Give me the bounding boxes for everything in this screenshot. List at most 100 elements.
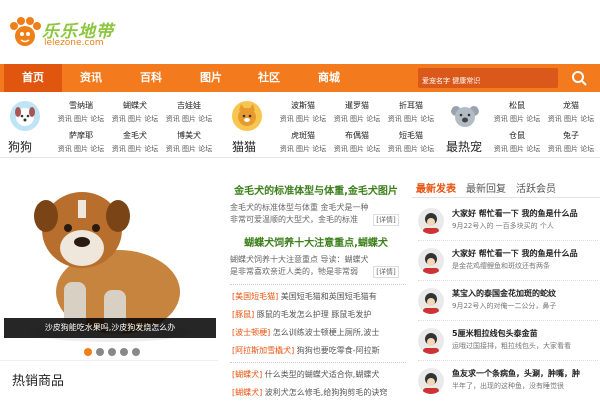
koala-icon — [450, 101, 480, 131]
breed-link[interactable]: 松鼠 — [492, 100, 542, 111]
site-logo[interactable]: 乐乐地带 lelezone.com — [8, 14, 118, 54]
breed-sublinks[interactable]: 资讯 图片 论坛 — [110, 144, 160, 154]
breed-link[interactable]: 布偶猫 — [332, 130, 382, 141]
headline-title[interactable]: 蝴蝶犬饲养十大注意重点,蝴蝶犬 — [226, 234, 406, 249]
nav-item-shop[interactable]: 商城 — [300, 64, 358, 92]
breed-sublinks[interactable]: 资讯 图片 论坛 — [492, 114, 542, 124]
forum-panel: 最新发表 最新回复 活跃会员 大家好 帮忙看一下 我的鱼是什么品 9月22号入的… — [412, 174, 600, 402]
detail-link[interactable]: [详情] — [373, 266, 399, 278]
category-cats-title[interactable]: 猫猫 — [232, 138, 256, 155]
post-title[interactable]: 大家好 帮忙看一下 我的鱼是什么品 — [452, 208, 598, 219]
news-item[interactable]: [蝴蝶犬] 波利犬怎么修毛,给狗狗剪毛的诀窍 — [232, 386, 408, 400]
tab-active-members[interactable]: 活跃会员 — [516, 180, 556, 195]
forum-post[interactable]: 5厘米粗拉线包头泰金苗 运哦过国接排，粗拉线包头，大家看看 — [418, 328, 598, 366]
forum-post[interactable]: 大家好 帮忙看一下 我的鱼是什么品 是金花鸡缨鲤鱼和斑纹还有两条 — [418, 248, 598, 286]
slider-caption[interactable]: 沙皮狗能吃水果吗,沙皮狗发烧怎么办 — [4, 318, 216, 338]
forum-post[interactable]: 某宝入的泰国金花加斑的蛇纹 9月22号入的对俺一二公分，鼻子 — [418, 288, 598, 326]
nav-item-home[interactable]: 首页 — [4, 64, 62, 92]
news-item[interactable]: [波士顿梗] 怎么训练波士顿梗上厕所,波士 — [232, 326, 408, 340]
user-avatar-icon — [418, 288, 444, 314]
breed-link[interactable]: 雪纳瑞 — [56, 100, 106, 111]
forum-post[interactable]: 大家好 帮忙看一下 我的鱼是什么品 9月22号入的 一百多块买的 个人 — [418, 208, 598, 246]
category-band: 狗狗 雪纳瑞 资讯 图片 论坛 蝴蝶犬 资讯 图片 论坛 吉娃娃 资讯 图片 论… — [0, 94, 600, 158]
news-item[interactable]: [蝴蝶犬] 什么类型的蝴蝶犬适合你,蝴蝶犬 — [232, 368, 408, 382]
news-text[interactable]: 波利犬怎么修毛,给狗狗剪毛的诀窍 — [265, 388, 388, 397]
nav-item-pictures[interactable]: 图片 — [182, 64, 240, 92]
news-tag[interactable]: [蝴蝶犬] — [232, 370, 262, 379]
news-tag[interactable]: [阿拉斯加雪橇犬] — [232, 346, 294, 355]
headline-title[interactable]: 金毛犬的标准体型与体重,金毛犬图片 — [226, 182, 406, 197]
breed-sublinks[interactable]: 资讯 图片 论坛 — [546, 114, 596, 124]
detail-link[interactable]: [详情] — [373, 214, 399, 226]
breed-sublinks[interactable]: 资讯 图片 论坛 — [278, 114, 328, 124]
news-tag[interactable]: [波士顿梗] — [232, 328, 270, 337]
news-item[interactable]: [豚鼠] 豚鼠的毛发怎么护理 豚鼠毛发护 — [232, 308, 408, 322]
post-title[interactable]: 5厘米粗拉线包头泰金苗 — [452, 328, 598, 339]
slider-dot[interactable] — [120, 348, 128, 356]
breed-link[interactable]: 博美犬 — [164, 130, 214, 141]
breed-sublinks[interactable]: 资讯 图片 论坛 — [278, 144, 328, 154]
category-cats: 猫猫 波斯猫 资讯 图片 论坛 暹罗猫 资讯 图片 论坛 折耳猫 资讯 图片 论… — [222, 94, 442, 158]
user-avatar-icon — [418, 248, 444, 274]
breed-sublinks[interactable]: 资讯 图片 论坛 — [386, 114, 436, 124]
breed-sublinks[interactable]: 资讯 图片 论坛 — [164, 114, 214, 124]
slider-dot[interactable] — [84, 348, 92, 356]
news-text[interactable]: 什么类型的蝴蝶犬适合你,蝴蝶犬 — [265, 370, 380, 379]
news-tag[interactable]: [豚鼠] — [232, 310, 254, 319]
tab-latest-replies[interactable]: 最新回复 — [466, 180, 506, 195]
nav-item-news[interactable]: 资讯 — [62, 64, 120, 92]
category-hot-pets-title[interactable]: 最热宠 — [446, 138, 482, 155]
slider-dot[interactable] — [132, 348, 140, 356]
breed-link[interactable]: 波斯猫 — [278, 100, 328, 111]
news-item[interactable]: [美国短毛猫] 美国短毛猫和英国短毛猫有 — [232, 290, 408, 304]
breed-sublinks[interactable]: 资讯 图片 论坛 — [56, 114, 106, 124]
user-avatar-icon — [418, 208, 444, 234]
breed-sublinks[interactable]: 资讯 图片 论坛 — [492, 144, 542, 154]
news-text[interactable]: 狗狗也要吃零食-阿拉斯 — [297, 346, 380, 355]
divider — [230, 284, 406, 285]
breed-sublinks[interactable]: 资讯 图片 论坛 — [56, 144, 106, 154]
search-input[interactable] — [418, 71, 558, 91]
breed-sublinks[interactable]: 资讯 图片 论坛 — [386, 144, 436, 154]
divider — [418, 360, 598, 361]
breed-sublinks[interactable]: 资讯 图片 论坛 — [110, 114, 160, 124]
category-dogs-title[interactable]: 狗狗 — [8, 138, 32, 155]
news-tag[interactable]: [蝴蝶犬] — [232, 388, 262, 397]
news-item[interactable]: [阿拉斯加雪橇犬] 狗狗也要吃零食-阿拉斯 — [232, 344, 408, 358]
breed-sublinks[interactable]: 资讯 图片 论坛 — [164, 144, 214, 154]
post-title[interactable]: 鱼友求一个条病鱼，头涮，肿嘴，肿 — [452, 368, 598, 379]
breed-link[interactable]: 虎斑猫 — [278, 130, 328, 141]
breed-sublinks[interactable]: 资讯 图片 论坛 — [332, 144, 382, 154]
tab-latest-posts[interactable]: 最新发表 — [416, 180, 456, 195]
category-dogs: 狗狗 雪纳瑞 资讯 图片 论坛 蝴蝶犬 资讯 图片 论坛 吉娃娃 资讯 图片 论… — [0, 94, 212, 158]
slider-dot[interactable] — [108, 348, 116, 356]
breed-link[interactable]: 仓鼠 — [492, 130, 542, 141]
post-title[interactable]: 大家好 帮忙看一下 我的鱼是什么品 — [452, 248, 598, 259]
breed-link[interactable]: 短毛猫 — [386, 130, 436, 141]
breed-link[interactable]: 折耳猫 — [386, 100, 436, 111]
breed-link[interactable]: 萨摩耶 — [56, 130, 106, 141]
post-desc: 9月22号入的 一百多块买的 个人 — [452, 222, 554, 230]
breed-sublinks[interactable]: 资讯 图片 论坛 — [332, 114, 382, 124]
breed-link[interactable]: 兔子 — [546, 130, 596, 141]
search-box — [418, 68, 558, 91]
news-text[interactable]: 豚鼠的毛发怎么护理 豚鼠毛发护 — [257, 310, 372, 319]
main-nav: 首页 资讯 百科 图片 社区 商城 — [0, 64, 600, 92]
news-tag[interactable]: [美国短毛猫] — [232, 292, 278, 301]
slider-dots — [0, 346, 218, 358]
forum-post[interactable]: 鱼友求一个条病鱼，头涮，肿嘴，肿 半年了，出现的这种鱼，没有睡觉很 — [418, 368, 598, 402]
nav-item-community[interactable]: 社区 — [240, 64, 298, 92]
breed-link[interactable]: 蝴蝶犬 — [110, 100, 160, 111]
breed-link[interactable]: 金毛犬 — [110, 130, 160, 141]
news-text[interactable]: 怎么训练波士顿梗上厕所,波士 — [273, 328, 380, 337]
breed-link[interactable]: 吉娃娃 — [164, 100, 214, 111]
breed-sublinks[interactable]: 资讯 图片 论坛 — [546, 144, 596, 154]
nav-item-wiki[interactable]: 百科 — [122, 64, 180, 92]
news-text[interactable]: 美国短毛猫和英国短毛猫有 — [281, 292, 377, 301]
post-title[interactable]: 某宝入的泰国金花加斑的蛇纹 — [452, 288, 598, 299]
search-icon[interactable] — [566, 68, 594, 88]
breed-link[interactable]: 暹罗猫 — [332, 100, 382, 111]
slider-dot[interactable] — [96, 348, 104, 356]
breed-link[interactable]: 龙猫 — [546, 100, 596, 111]
image-slider[interactable]: 沙皮狗能吃水果吗,沙皮狗发烧怎么办 — [0, 172, 218, 358]
